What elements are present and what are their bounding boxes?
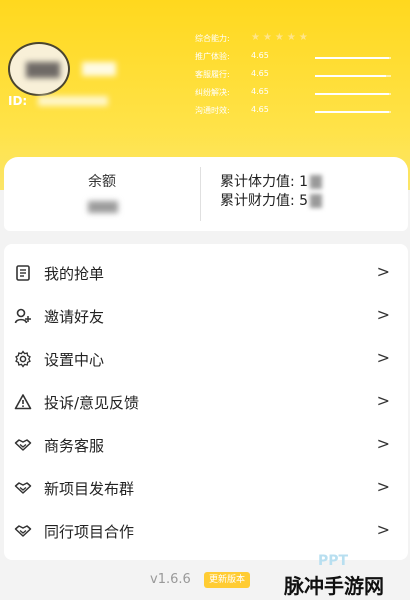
stamina-row: 累计体力值: 1	[220, 173, 323, 192]
stat-overall-label: 综合能力:	[195, 34, 230, 43]
menu-item-invite-friends[interactable]: 邀请好友 >	[4, 295, 408, 337]
handshake-icon	[14, 436, 32, 454]
avatar[interactable]	[8, 42, 70, 96]
wealth-row: 累计财力值: 5	[220, 192, 323, 211]
chevron-right-icon: >	[376, 348, 390, 367]
stat-label: 推广体验:	[195, 52, 230, 61]
accumulated-values: 累计体力值: 1 累计财力值: 5	[220, 173, 323, 211]
app-version: v1.6.6	[150, 572, 191, 587]
stat-bar	[315, 75, 391, 77]
stat-bar-fill	[315, 57, 389, 59]
stat-value: 4.65	[251, 51, 269, 60]
stat-value: 4.65	[251, 69, 269, 78]
chevron-right-icon: >	[376, 434, 390, 453]
wealth-label: 累计财力值:	[220, 193, 295, 209]
stat-row: 推广体验: 4.65	[195, 51, 400, 65]
stamina-value: 1	[299, 174, 309, 190]
wealth-value-redacted	[310, 194, 323, 208]
user-id-redacted	[38, 96, 108, 106]
user-id-label: ID:	[8, 94, 28, 108]
menu-item-settings[interactable]: 设置中心 >	[4, 338, 408, 380]
balance-label: 余额	[88, 174, 116, 190]
menu-item-my-orders[interactable]: 我的抢单 >	[4, 252, 408, 294]
stat-row: 沟通时效: 4.65	[195, 105, 400, 119]
balance-value-redacted	[88, 201, 118, 213]
avatar-redacted	[26, 62, 60, 78]
menu-list: 我的抢单 > 邀请好友 > 设置中心 > 投诉/意见反馈 > 商务客服 > 新项…	[4, 244, 408, 560]
handshake-icon	[14, 479, 32, 497]
stat-label: 沟通时效:	[195, 106, 230, 115]
menu-item-new-project-group[interactable]: 新项目发布群 >	[4, 467, 408, 509]
divider	[200, 167, 201, 221]
menu-item-label: 邀请好友	[44, 308, 105, 326]
add-user-icon	[14, 307, 32, 325]
gear-icon	[14, 350, 32, 368]
menu-item-label: 投诉/意见反馈	[44, 394, 140, 412]
stat-row: 客服履行: 4.65	[195, 69, 400, 83]
stat-value: 4.65	[251, 105, 269, 114]
menu-item-label: 新项目发布群	[44, 480, 135, 498]
menu-item-feedback[interactable]: 投诉/意见反馈 >	[4, 381, 408, 423]
stat-bar	[315, 57, 391, 59]
stat-value: 4.65	[251, 87, 269, 96]
stat-label: 纠纷解决:	[195, 88, 230, 97]
watermark-logo-icon: PPT	[318, 553, 349, 569]
warning-icon	[14, 393, 32, 411]
stat-overall: 综合能力: ★★★★★	[195, 32, 400, 47]
chevron-right-icon: >	[376, 391, 390, 410]
balance-card: 余额 累计体力值: 1 累计财力值: 5	[4, 157, 408, 231]
chevron-right-icon: >	[376, 520, 390, 539]
stat-row: 纠纷解决: 4.65	[195, 87, 400, 101]
watermark: 脉冲手游网	[284, 574, 384, 598]
star-rating-icon: ★★★★★	[251, 32, 311, 43]
stat-bar-fill	[315, 111, 389, 113]
chevron-right-icon: >	[376, 305, 390, 324]
wealth-value: 5	[299, 193, 309, 209]
handshake-icon	[14, 522, 32, 540]
chevron-right-icon: >	[376, 262, 390, 281]
menu-item-label: 商务客服	[44, 437, 105, 455]
menu-item-label: 同行项目合作	[44, 523, 135, 541]
order-list-icon	[14, 264, 32, 282]
stat-bar	[315, 111, 391, 113]
balance-section[interactable]: 余额	[4, 157, 200, 231]
stat-bar-fill	[315, 75, 386, 77]
menu-item-business-service[interactable]: 商务客服 >	[4, 424, 408, 466]
stamina-label: 累计体力值:	[220, 174, 295, 190]
chevron-right-icon: >	[376, 477, 390, 496]
stat-bar-fill	[315, 93, 389, 95]
update-version-button[interactable]: 更新版本	[204, 572, 251, 588]
stamina-value-redacted	[310, 175, 323, 189]
stat-label: 客服履行:	[195, 70, 230, 79]
username-redacted	[82, 62, 116, 76]
stat-bar	[315, 93, 391, 95]
menu-item-label: 我的抢单	[44, 265, 105, 283]
menu-item-peer-cooperation[interactable]: 同行项目合作 >	[4, 510, 408, 552]
menu-item-label: 设置中心	[44, 351, 105, 369]
